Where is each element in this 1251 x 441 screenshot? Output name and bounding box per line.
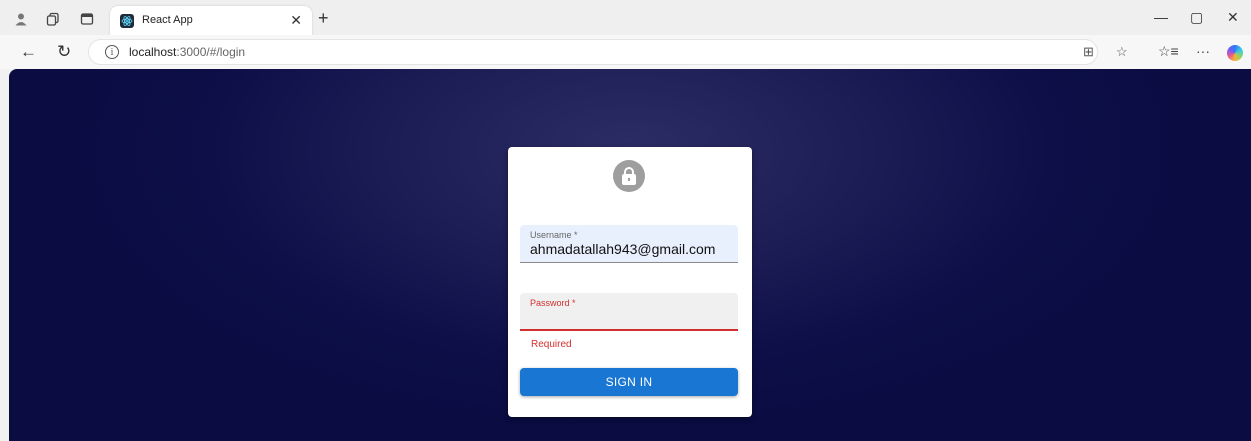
username-input[interactable]: ahmadatallah943@gmail.com bbox=[530, 241, 715, 257]
tab-react-app[interactable]: React App ✕ bbox=[110, 6, 312, 35]
url-text[interactable]: localhost:3000/#/login bbox=[129, 45, 245, 59]
window-close-icon[interactable]: ✕ bbox=[1227, 9, 1239, 26]
password-label: Password * bbox=[530, 298, 576, 308]
restore-icon[interactable]: ▢ bbox=[1190, 9, 1203, 26]
site-info-icon[interactable]: i bbox=[105, 45, 119, 59]
favorites-icon[interactable]: ☆≡ bbox=[1158, 43, 1179, 60]
more-options-icon[interactable]: ··· bbox=[1196, 43, 1210, 59]
copilot-icon[interactable] bbox=[1227, 45, 1243, 61]
split-screen-icon[interactable]: ⊞ bbox=[1083, 44, 1094, 60]
tab-strip: React App ✕ + — ▢ ✕ bbox=[0, 0, 1251, 35]
password-error-text: Required bbox=[531, 339, 572, 350]
sign-in-button[interactable]: SIGN IN bbox=[520, 368, 738, 396]
url-host: localhost bbox=[129, 45, 177, 59]
password-field[interactable]: Password * bbox=[520, 293, 738, 331]
react-logo-icon bbox=[120, 14, 134, 28]
minimize-icon[interactable]: — bbox=[1154, 9, 1168, 25]
username-field[interactable]: Username * ahmadatallah943@gmail.com bbox=[520, 225, 738, 263]
tab-close-icon[interactable]: ✕ bbox=[290, 12, 302, 29]
new-tab-icon[interactable]: + bbox=[318, 8, 329, 29]
address-bar[interactable]: i localhost:3000/#/login ⊞ ☆ bbox=[88, 39, 1128, 65]
navigation-bar: ← ↻ i localhost:3000/#/login ⊞ ☆ ☆≡ ··· bbox=[0, 35, 1251, 69]
profile-icon[interactable] bbox=[13, 12, 29, 26]
lock-avatar bbox=[613, 160, 645, 192]
login-card: Username * ahmadatallah943@gmail.com Pas… bbox=[508, 147, 752, 417]
workspaces-icon[interactable] bbox=[45, 12, 61, 26]
back-icon[interactable]: ← bbox=[20, 42, 37, 62]
tab-title: React App bbox=[142, 14, 193, 26]
url-path: :3000/#/login bbox=[176, 45, 246, 59]
refresh-icon[interactable]: ↻ bbox=[57, 42, 71, 62]
favorite-star-icon[interactable]: ☆ bbox=[1116, 44, 1128, 60]
username-label: Username * bbox=[530, 230, 578, 240]
page-viewport: Username * ahmadatallah943@gmail.com Pas… bbox=[9, 69, 1251, 441]
tab-actions-icon[interactable] bbox=[79, 12, 95, 26]
